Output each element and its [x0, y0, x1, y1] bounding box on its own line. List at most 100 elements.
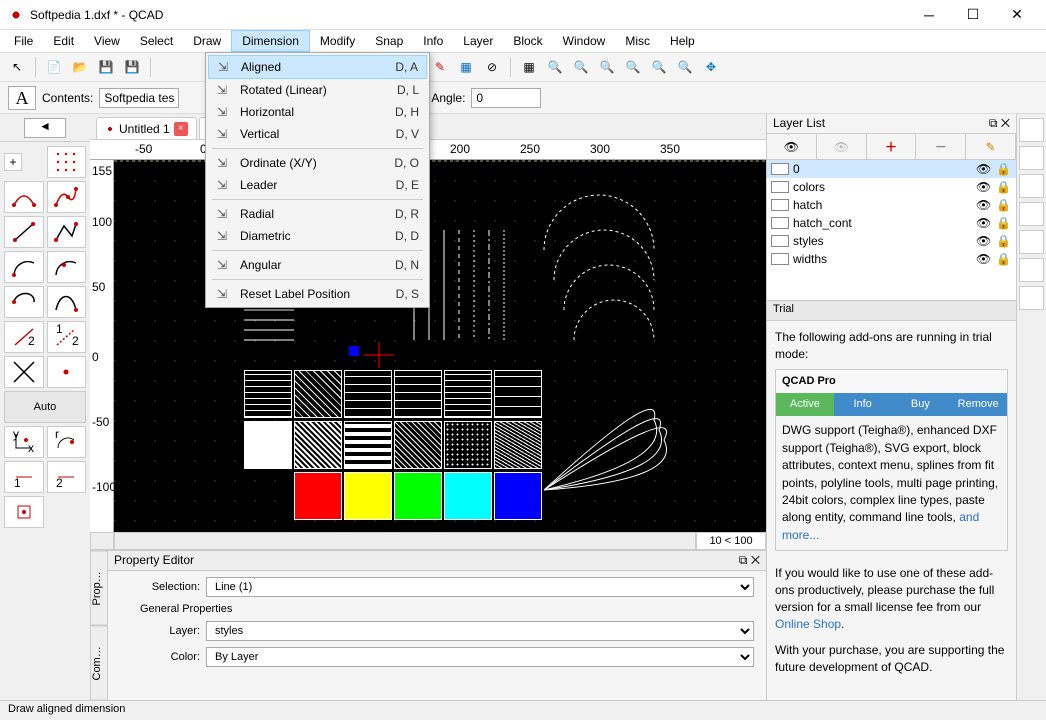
eye-icon[interactable]: 👁	[976, 216, 992, 230]
arc-3pt-tool[interactable]	[47, 251, 87, 283]
menu-item-radial[interactable]: ⇲RadialD, R	[208, 203, 427, 225]
close-panel-icon[interactable]: ✕	[1001, 116, 1010, 130]
addon-active-button[interactable]: Active	[776, 393, 834, 416]
menu-edit[interactable]: Edit	[43, 31, 84, 51]
lock-icon[interactable]: 🔒	[996, 180, 1012, 194]
dim-1-tool[interactable]: 1	[4, 461, 44, 493]
eye-icon[interactable]: 👁	[976, 252, 992, 266]
open-file-button[interactable]: 📂	[69, 56, 91, 78]
layer-property-dropdown[interactable]: styles	[206, 621, 754, 641]
menu-help[interactable]: Help	[660, 31, 705, 51]
document-tab[interactable]: Untitled 1×	[96, 117, 197, 139]
lock-icon[interactable]: 🔒	[996, 252, 1012, 266]
menu-file[interactable]: File	[4, 31, 43, 51]
menu-item-reset-label-position[interactable]: ⇲Reset Label PositionD, S	[208, 283, 427, 305]
pencil-button[interactable]: ✎	[429, 56, 451, 78]
panel-toggle-4[interactable]	[1019, 202, 1044, 226]
menu-view[interactable]: View	[84, 31, 130, 51]
zoom-pan-button[interactable]: ✥	[700, 56, 722, 78]
zoom-out-button[interactable]: 🔍	[570, 56, 592, 78]
target-tool[interactable]	[4, 496, 44, 528]
command-tab[interactable]: Com…	[90, 626, 108, 701]
close-panel-icon[interactable]: ✕	[751, 553, 760, 567]
menu-info[interactable]: Info	[413, 31, 453, 51]
circle-select-button[interactable]: ⊘	[481, 56, 503, 78]
spline-2pt-tool[interactable]	[4, 181, 44, 213]
addon-info-button[interactable]: Info	[834, 393, 892, 416]
menu-draw[interactable]: Draw	[183, 31, 231, 51]
undock-icon[interactable]: ⧉	[739, 553, 748, 567]
menu-misc[interactable]: Misc	[615, 31, 660, 51]
lock-icon[interactable]: 🔒	[996, 216, 1012, 230]
color-property-dropdown[interactable]: By Layer	[206, 647, 754, 667]
polyline-tool[interactable]	[47, 216, 87, 248]
menu-dimension[interactable]: Dimension	[231, 30, 310, 52]
close-tab-icon[interactable]: ×	[174, 122, 188, 136]
spline-cv-tool[interactable]	[47, 286, 87, 318]
hide-layers-button[interactable]: 👁	[817, 134, 867, 159]
ellipse-arc-tool[interactable]	[4, 286, 44, 318]
menu-item-diametric[interactable]: ⇲DiametricD, D	[208, 225, 427, 247]
add-layer-button[interactable]: ＋	[867, 134, 917, 159]
line-tool[interactable]	[4, 216, 44, 248]
menu-modify[interactable]: Modify	[310, 31, 365, 51]
auto-button[interactable]: Auto	[4, 391, 86, 423]
maximize-button[interactable]: ☐	[952, 3, 994, 27]
rect-select-button[interactable]: ▦	[455, 56, 477, 78]
grid-button[interactable]: ▦	[518, 56, 540, 78]
layer-row[interactable]: styles👁🔒	[767, 232, 1016, 250]
tangent-2-tool[interactable]: 2	[4, 321, 44, 353]
lock-icon[interactable]: 🔒	[996, 234, 1012, 248]
angle-input[interactable]	[471, 88, 541, 108]
menu-item-angular[interactable]: ⇲AngularD, N	[208, 254, 427, 276]
zoom-prev-button[interactable]: 🔍	[648, 56, 670, 78]
layer-row[interactable]: colors👁🔒	[767, 178, 1016, 196]
properties-tab[interactable]: Prop…	[90, 551, 108, 626]
text-style-button[interactable]: A	[8, 86, 36, 110]
lock-icon[interactable]: 🔒	[996, 198, 1012, 212]
zoom-extents-button[interactable]: 🔍	[622, 56, 644, 78]
dim-2-tool[interactable]: 2	[47, 461, 87, 493]
panel-toggle-7[interactable]	[1019, 286, 1044, 310]
spline-fit-tool[interactable]	[47, 181, 87, 213]
cross-tool[interactable]	[4, 356, 44, 388]
edit-layer-button[interactable]: ✎	[966, 134, 1016, 159]
layer-row[interactable]: hatch_cont👁🔒	[767, 214, 1016, 232]
panel-toggle-1[interactable]	[1019, 118, 1044, 142]
menu-select[interactable]: Select	[130, 31, 183, 51]
undock-icon[interactable]: ⧉	[989, 116, 998, 130]
arc-tool[interactable]	[4, 251, 44, 283]
menu-window[interactable]: Window	[553, 31, 616, 51]
menu-block[interactable]: Block	[503, 31, 552, 51]
minimize-button[interactable]: ─	[908, 3, 950, 27]
menu-layer[interactable]: Layer	[453, 31, 503, 51]
horizontal-scrollbar[interactable]	[114, 532, 696, 550]
point-grid-tool[interactable]	[47, 146, 87, 178]
remove-layer-button[interactable]: －	[916, 134, 966, 159]
xy-coords-tool[interactable]: yx	[4, 426, 44, 458]
menu-item-horizontal[interactable]: ⇲HorizontalD, H	[208, 101, 427, 123]
panel-toggle-3[interactable]	[1019, 174, 1044, 198]
eye-icon[interactable]: 👁	[976, 180, 992, 194]
panel-toggle-5[interactable]	[1019, 230, 1044, 254]
pointer-tool-button[interactable]: ↖	[6, 56, 28, 78]
menu-snap[interactable]: Snap	[365, 31, 413, 51]
point-tool[interactable]	[47, 356, 87, 388]
menu-item-rotated-linear-[interactable]: ⇲Rotated (Linear)D, L	[208, 79, 427, 101]
zoom-next-button[interactable]: 🔍	[674, 56, 696, 78]
online-shop-link[interactable]: Online Shop	[775, 617, 841, 631]
layer-row[interactable]: 0👁🔒	[767, 160, 1016, 178]
eye-icon[interactable]: 👁	[976, 234, 992, 248]
new-file-button[interactable]: 📄	[43, 56, 65, 78]
zoom-in-button[interactable]: 🔍	[544, 56, 566, 78]
selection-dropdown[interactable]: Line (1)	[206, 577, 754, 597]
menu-item-aligned[interactable]: ⇲AlignedD, A	[208, 55, 427, 79]
layer-list[interactable]: 0👁🔒colors👁🔒hatch👁🔒hatch_cont👁🔒styles👁🔒wi…	[767, 160, 1016, 300]
panel-toggle-6[interactable]	[1019, 258, 1044, 282]
close-button[interactable]: ✕	[996, 3, 1038, 27]
save-button[interactable]: 💾	[95, 56, 117, 78]
show-all-layers-button[interactable]: 👁	[767, 134, 817, 159]
menu-item-vertical[interactable]: ⇲VerticalD, V	[208, 123, 427, 145]
panel-toggle-2[interactable]	[1019, 146, 1044, 170]
lock-icon[interactable]: 🔒	[996, 162, 1012, 176]
